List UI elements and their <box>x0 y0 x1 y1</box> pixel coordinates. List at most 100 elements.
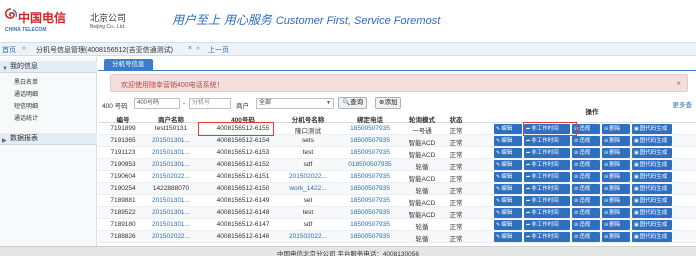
sidebar-item-sms-details[interactable]: 短信明细 <box>14 101 38 110</box>
non-work-time-button[interactable]: ➦非工作时间 <box>524 184 570 194</box>
delete-button[interactable]: ⊖删除 <box>602 208 630 218</box>
generate-code-button[interactable]: ▣图代码生成 <box>632 172 672 182</box>
cell-merchant[interactable]: 201501301... <box>146 209 196 216</box>
non-work-time-button[interactable]: ➦非工作时间 <box>524 196 570 206</box>
cell-merchant[interactable]: 201501301... <box>146 221 196 228</box>
non-work-time-button[interactable]: ➦非工作时间 <box>524 208 570 218</box>
breadcrumb-current[interactable]: 分机号信息管理(4008156512(吉亚信通测试) <box>36 45 173 55</box>
cell-bound-phone[interactable]: 18500507935 <box>342 185 398 192</box>
violation-button[interactable]: ⊘违规 <box>572 172 600 182</box>
generate-code-button[interactable]: ▣图代码生成 <box>632 124 672 134</box>
cell-merchant[interactable]: 201501301... <box>146 137 196 144</box>
cell-bound-phone[interactable]: 18500507935 <box>342 209 398 216</box>
cell-400-number: 4008156512-6151 <box>216 173 270 180</box>
filter-merchant-select[interactable]: 全部 ▼ <box>256 98 334 109</box>
generate-code-button[interactable]: ▣图代码生成 <box>632 220 672 230</box>
delete-button[interactable]: ⊖删除 <box>602 160 630 170</box>
delete-button[interactable]: ⊖删除 <box>602 184 630 194</box>
edit-button[interactable]: ✎编辑 <box>494 196 522 206</box>
generate-code-button[interactable]: ▣图代码生成 <box>632 196 672 206</box>
generate-code-button[interactable]: ▣图代码生成 <box>632 208 672 218</box>
delete-button[interactable]: ⊖删除 <box>602 196 630 206</box>
sidebar-item-call-details[interactable]: 通话明细 <box>14 89 38 98</box>
edit-button[interactable]: ✎编辑 <box>494 172 522 182</box>
cell-bound-phone[interactable]: 18500507935 <box>342 221 398 228</box>
cell-bound-phone[interactable]: 18500507935 <box>342 197 398 204</box>
pencil-icon: ✎ <box>496 150 501 156</box>
sidebar-section-reports[interactable]: ▶ 数据报表 <box>0 133 97 145</box>
breadcrumb-home-link[interactable]: 首页 <box>2 45 16 55</box>
generate-code-button[interactable]: ▣图代码生成 <box>632 136 672 146</box>
violation-button[interactable]: ⊘违规 <box>572 136 600 146</box>
generate-code-button-label: 图代码生成 <box>639 126 668 132</box>
filter-400-input[interactable]: 400号码 <box>134 98 180 109</box>
sidebar-item-blacklist[interactable]: 黑白名单 <box>14 77 38 86</box>
cell-bound-phone[interactable]: 18500507935 <box>342 173 398 180</box>
violation-button[interactable]: ⊘违规 <box>572 220 600 230</box>
non-work-time-button[interactable]: ➦非工作时间 <box>524 232 570 242</box>
edit-button[interactable]: ✎编辑 <box>494 220 522 230</box>
cell-merchant[interactable]: 201502022... <box>146 233 196 240</box>
violation-button-label: 违规 <box>579 222 591 228</box>
filter-extension-input[interactable]: 分机号 <box>189 98 231 109</box>
cell-bound-phone[interactable]: 18500507935 <box>342 233 398 240</box>
tab-extension-info[interactable]: 分机号信息 <box>104 59 153 71</box>
delete-button[interactable]: ⊖删除 <box>602 172 630 182</box>
generate-code-button[interactable]: ▣图代码生成 <box>632 160 672 170</box>
cell-bound-phone[interactable]: 018500507935 <box>342 161 398 168</box>
edit-button[interactable]: ✎编辑 <box>494 232 522 242</box>
violation-button[interactable]: ⊘违规 <box>572 196 600 206</box>
violation-button[interactable]: ⊘违规 <box>572 160 600 170</box>
violation-button[interactable]: ⊘违规 <box>572 208 600 218</box>
sidebar-item-call-stats[interactable]: 通话统计 <box>14 113 38 122</box>
cell-bound-phone[interactable]: 18500507935 <box>342 149 398 156</box>
non-work-time-button[interactable]: ➦非工作时间 <box>524 148 570 158</box>
cell-extension-name[interactable]: 201502022... <box>282 173 334 180</box>
generate-code-button[interactable]: ▣图代码生成 <box>632 148 672 158</box>
non-work-time-button[interactable]: ➦非工作时间 <box>524 160 570 170</box>
generate-code-button[interactable]: ▣图代码生成 <box>632 184 672 194</box>
generate-code-button-label: 图代码生成 <box>639 186 668 192</box>
edit-button[interactable]: ✎编辑 <box>494 160 522 170</box>
cell-extension-name[interactable]: work_1422... <box>282 185 334 192</box>
non-work-time-button[interactable]: ➦非工作时间 <box>524 220 570 230</box>
non-work-time-button[interactable]: ➦非工作时间 <box>524 172 570 182</box>
cell-extension-name[interactable]: 201502022... <box>282 233 334 240</box>
violation-button[interactable]: ⊘违规 <box>572 148 600 158</box>
cell-merchant[interactable]: 201501301... <box>146 149 196 156</box>
delete-button[interactable]: ⊖删除 <box>602 220 630 230</box>
edit-button[interactable]: ✎编辑 <box>494 148 522 158</box>
edit-button[interactable]: ✎编辑 <box>494 184 522 194</box>
violation-button[interactable]: ⊘违规 <box>572 232 600 242</box>
delete-button-label: 删除 <box>609 186 621 192</box>
violation-button[interactable]: ⊘违规 <box>572 184 600 194</box>
cell-merchant[interactable]: 201501301... <box>146 197 196 204</box>
search-button[interactable]: 🔍查询 <box>338 97 368 109</box>
prev-page-link[interactable]: 上一页 <box>208 45 229 55</box>
alert-close-icon[interactable]: × <box>676 79 681 88</box>
delete-button[interactable]: ⊖删除 <box>602 136 630 146</box>
cell-bound-phone[interactable]: 18500507935 <box>342 125 398 132</box>
logo-english-text: CHINA TELECOM <box>5 27 47 33</box>
generate-code-button[interactable]: ▣图代码生成 <box>632 232 672 242</box>
delete-button[interactable]: ⊖删除 <box>602 124 630 134</box>
close-tab-icon[interactable]: × <box>188 45 192 52</box>
cell-merchant[interactable]: 201501301... <box>146 161 196 168</box>
sidebar-section-my-info[interactable]: ▼ 我的信息 <box>0 61 97 73</box>
delete-button[interactable]: ⊖删除 <box>602 232 630 242</box>
row-operations: ✎编辑 ➦非工作时间 ⊘违规 ⊖删除 ▣图代码生成 <box>494 184 694 194</box>
cell-bound-phone[interactable]: 18500507935 <box>342 137 398 144</box>
edit-button[interactable]: ✎编辑 <box>494 124 522 134</box>
cell-merchant[interactable]: 201502022... <box>146 173 196 180</box>
cell-status: 正常 <box>449 212 463 219</box>
cell-400-number: 4008156512-6150 <box>216 185 270 192</box>
delete-button[interactable]: ⊖删除 <box>602 148 630 158</box>
add-button[interactable]: ⊕添加 <box>375 97 402 109</box>
edit-button[interactable]: ✎编辑 <box>494 208 522 218</box>
more-search-link[interactable]: 更多查 <box>673 99 693 109</box>
cell-status: 正常 <box>449 188 463 195</box>
generate-code-button-label: 图代码生成 <box>639 198 668 204</box>
cell-id: 7190953 <box>110 161 136 168</box>
edit-button[interactable]: ✎编辑 <box>494 136 522 146</box>
non-work-time-button[interactable]: ➦非工作时间 <box>524 136 570 146</box>
